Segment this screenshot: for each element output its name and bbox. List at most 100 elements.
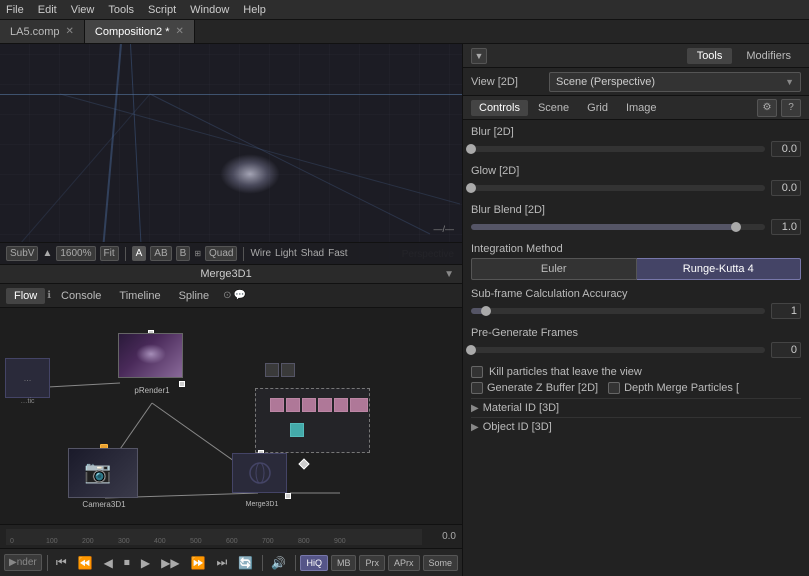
blurblend-track[interactable]: [471, 224, 765, 230]
white-diamond[interactable]: [298, 458, 309, 469]
rk4-btn[interactable]: Runge-Kutta 4: [637, 258, 802, 280]
small-node-left[interactable]: … …tic: [5, 358, 50, 405]
blur-track[interactable]: [471, 146, 765, 152]
blur-thumb[interactable]: [466, 144, 476, 154]
menu-bar: File Edit View Tools Script Window Help: [0, 0, 809, 20]
blurblend-value[interactable]: 1.0: [771, 219, 801, 235]
flow-canvas[interactable]: … …tic pRender1: [0, 308, 462, 524]
euler-btn[interactable]: Euler: [471, 258, 637, 280]
material-id-arrow: ▶: [471, 403, 479, 414]
play-btn[interactable]: ▶: [137, 554, 154, 572]
menu-tools[interactable]: Tools: [108, 4, 134, 16]
render-btn[interactable]: ▶nder: [4, 554, 42, 571]
subframe-thumb[interactable]: [481, 306, 491, 316]
pregenerate-track[interactable]: [471, 347, 765, 353]
kill-particles-checkbox[interactable]: [471, 366, 483, 378]
tab-la5-close[interactable]: ✕: [66, 26, 74, 37]
prender-thumb: [118, 333, 183, 378]
prx-btn[interactable]: Prx: [359, 555, 385, 571]
pregenerate-value[interactable]: 0: [771, 342, 801, 358]
menu-help[interactable]: Help: [243, 4, 266, 16]
aprx-btn[interactable]: APrx: [388, 555, 420, 571]
prev-btn[interactable]: ◀: [100, 554, 117, 572]
blur-value[interactable]: 0.0: [771, 141, 801, 157]
next-btn[interactable]: ▶▶: [157, 554, 183, 572]
timeline-ruler[interactable]: 0 100 200 300 400 500 600 700 800 900: [6, 529, 422, 545]
prev-frame-btn[interactable]: ⏪: [74, 554, 97, 572]
ruler-600: 600: [226, 538, 262, 545]
fit-btn[interactable]: Fit: [100, 246, 119, 261]
merge3d-node[interactable]: Merge3D1: [232, 453, 292, 508]
ctrl-settings-icon[interactable]: ⚙: [757, 99, 777, 117]
zoom-btn[interactable]: 1600%: [56, 246, 95, 261]
subframe-track[interactable]: [471, 308, 765, 314]
skip-end-btn[interactable]: ⏭: [213, 553, 232, 572]
menu-edit[interactable]: Edit: [38, 4, 57, 16]
stop-btn[interactable]: ⏹: [120, 553, 134, 572]
timeline-value: 0.0: [426, 531, 456, 542]
tab-bar: LA5.comp ✕ Composition2 * ✕: [0, 20, 809, 44]
zbuffer-checkbox[interactable]: [471, 382, 483, 394]
playback-bar: ▶nder ⏮ ⏪ ◀ ⏹ ▶ ▶▶ ⏩ ⏭ 🔄 🔊 HiQ MB Prx AP…: [0, 548, 462, 576]
ab-btn[interactable]: AB: [150, 246, 171, 261]
subv-btn[interactable]: SubV: [6, 246, 38, 261]
ctrl-help-icon[interactable]: ?: [781, 99, 801, 117]
glow-value[interactable]: 0.0: [771, 180, 801, 196]
object-id-row[interactable]: ▶ Object ID [3D]: [471, 417, 801, 436]
prender-port-bottom[interactable]: [179, 381, 185, 387]
ctrl-tab-image[interactable]: Image: [618, 100, 665, 116]
menu-file[interactable]: File: [6, 4, 24, 16]
view-dropdown[interactable]: Scene (Perspective) ▼: [549, 72, 801, 92]
shad-label[interactable]: Shad: [301, 248, 324, 259]
controls-tabs: Controls Scene Grid Image ⚙ ?: [463, 96, 809, 120]
rp-collapse-btn[interactable]: ▼: [471, 48, 487, 64]
subframe-control: 1: [471, 303, 801, 319]
some-btn[interactable]: Some: [423, 555, 459, 571]
prender-node[interactable]: pRender1: [118, 333, 186, 395]
camera-node[interactable]: 📷 Camera3D1: [68, 448, 140, 509]
ctrl-tab-scene[interactable]: Scene: [530, 100, 577, 116]
blur-slider-row: Blur [2D] 0.0: [471, 126, 801, 157]
mb-btn[interactable]: MB: [331, 555, 357, 571]
rp-tab-modifiers[interactable]: Modifiers: [736, 48, 801, 64]
flow-tab-flow[interactable]: Flow: [6, 288, 45, 304]
tab-comp2-close[interactable]: ✕: [176, 26, 184, 37]
b-btn[interactable]: B: [176, 246, 191, 261]
subframe-value[interactable]: 1: [771, 303, 801, 319]
node-expand-arrow[interactable]: ▼: [444, 269, 454, 280]
flow-tab-timeline[interactable]: Timeline: [111, 288, 168, 304]
merge3d-thumb: [232, 453, 287, 493]
pregenerate-thumb[interactable]: [466, 345, 476, 355]
hiq-btn[interactable]: HiQ: [300, 555, 328, 571]
particle-effect: [220, 154, 280, 194]
glow-track[interactable]: [471, 185, 765, 191]
viewport[interactable]: Perspective —/— SubV ▲ 1600% Fit A AB B …: [0, 44, 462, 264]
viewport-grid: [0, 44, 462, 264]
vp-line-1: [0, 94, 462, 95]
tab-comp2[interactable]: Composition2 * ✕: [85, 20, 195, 43]
light-label[interactable]: Light: [275, 248, 297, 259]
glow-slider-row: Glow [2D] 0.0: [471, 165, 801, 196]
glow-thumb[interactable]: [466, 183, 476, 193]
menu-view[interactable]: View: [71, 4, 95, 16]
blurblend-thumb[interactable]: [731, 222, 741, 232]
a-btn[interactable]: A: [132, 246, 147, 261]
flow-tab-console[interactable]: Console: [53, 288, 109, 304]
menu-window[interactable]: Window: [190, 4, 229, 16]
quad-btn[interactable]: Quad: [205, 246, 237, 261]
material-id-row[interactable]: ▶ Material ID [3D]: [471, 398, 801, 417]
flow-tab-spline[interactable]: Spline: [171, 288, 218, 304]
depthmerge-checkbox[interactable]: [608, 382, 620, 394]
merge3d-port-bottom[interactable]: [285, 493, 291, 499]
menu-script[interactable]: Script: [148, 4, 176, 16]
rp-tab-tools[interactable]: Tools: [687, 48, 733, 64]
fast-label[interactable]: Fast: [328, 248, 347, 259]
tab-la5[interactable]: LA5.comp ✕: [0, 20, 85, 43]
ctrl-tab-controls[interactable]: Controls: [471, 100, 528, 116]
audio-btn[interactable]: 🔊: [267, 554, 290, 572]
wire-label[interactable]: Wire: [250, 248, 271, 259]
ctrl-tab-grid[interactable]: Grid: [579, 100, 616, 116]
loop-btn[interactable]: 🔄: [234, 554, 257, 572]
skip-start-btn[interactable]: ⏮: [52, 553, 71, 572]
next-frame-btn[interactable]: ⏩: [187, 554, 210, 572]
